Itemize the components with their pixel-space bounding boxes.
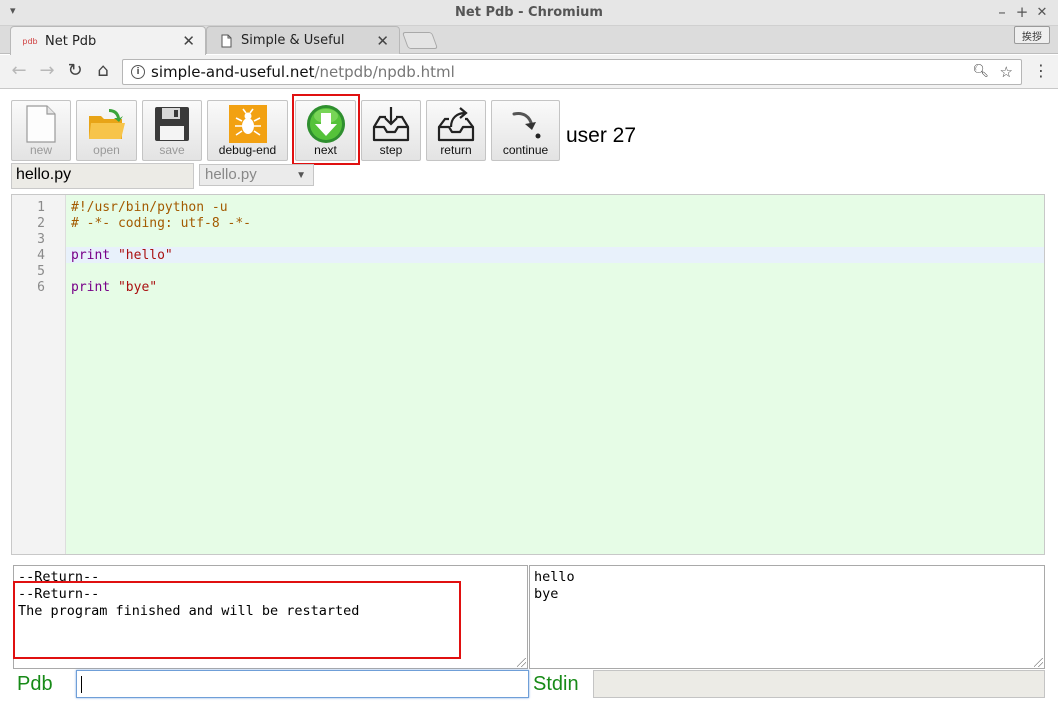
bookmark-star-icon[interactable]: ☆ [1000, 63, 1013, 81]
inbox-in-icon [371, 105, 411, 143]
code-editor[interactable]: 123456 #!/usr/bin/python -u # -*- coding:… [11, 194, 1045, 555]
file-select[interactable]: hello.py ▼ [199, 164, 314, 186]
bug-icon [228, 105, 268, 143]
next-button[interactable]: next [295, 100, 356, 161]
resize-grip-icon[interactable] [1034, 658, 1043, 667]
folder-open-icon [87, 105, 127, 143]
forward-icon[interactable]: → [36, 60, 58, 82]
user-label: user 27 [566, 124, 637, 147]
url-host: simple-and-useful.net [151, 63, 315, 81]
window-title: Net Pdb - Chromium [455, 5, 603, 20]
code-line: print "bye" [71, 280, 157, 295]
tab-label: Simple & Useful [241, 33, 345, 48]
code-token: print [71, 280, 111, 295]
page-favicon-icon [219, 34, 233, 48]
open-button[interactable]: open [76, 100, 137, 161]
browser-menu-icon[interactable]: ⋮ [1030, 60, 1052, 82]
zoom-icon[interactable]: 🔍︎ [972, 64, 989, 79]
pdb-command-input[interactable] [76, 670, 529, 698]
tab-close-icon[interactable]: ✕ [376, 32, 389, 50]
new-tab-button[interactable] [401, 32, 439, 49]
reload-icon[interactable]: ↻ [64, 60, 86, 82]
code-token: print [71, 248, 111, 263]
tab-net-pdb[interactable]: pdb Net Pdb ✕ [10, 26, 206, 55]
stdin-input[interactable] [593, 670, 1045, 698]
url-path: /netpdb/npdb.html [314, 63, 455, 81]
tab-label: Net Pdb [45, 33, 97, 49]
home-icon[interactable]: ⌂ [92, 60, 114, 82]
code-line: #!/usr/bin/python -u [71, 200, 228, 215]
inbox-out-icon [436, 105, 476, 143]
ime-button[interactable]: 挨拶 [1014, 26, 1050, 44]
browser-toolbar: ← → ↻ ⌂ i simple-and-useful.net/netpdb/n… [0, 55, 1058, 89]
curved-arrow-icon [506, 105, 546, 143]
line-number: 4 [37, 248, 45, 263]
window-titlebar: ▾ Net Pdb - Chromium – + ✕ [0, 0, 1058, 26]
text-caret [81, 676, 82, 693]
new-button[interactable]: new [11, 100, 71, 161]
back-icon[interactable]: ← [8, 60, 30, 82]
info-icon[interactable]: i [131, 65, 145, 79]
filename-input[interactable]: hello.py [11, 163, 194, 189]
code-line: print "hello" [71, 248, 173, 263]
pdb-output-textarea[interactable]: --Return-- --Return-- The program finish… [13, 565, 528, 669]
pdb-label: Pdb [17, 673, 53, 695]
close-window-button[interactable]: ✕ [1034, 5, 1050, 20]
active-line-highlight [66, 247, 1044, 263]
line-number: 3 [37, 232, 45, 247]
line-number: 6 [37, 280, 45, 295]
maximize-button[interactable]: + [1014, 3, 1030, 21]
save-button[interactable]: save [142, 100, 202, 161]
minimize-button[interactable]: – [994, 3, 1010, 21]
debug-end-button[interactable]: debug-end [207, 100, 288, 161]
tab-simple-useful[interactable]: Simple & Useful ✕ [206, 26, 400, 54]
chevron-down-icon: ▼ [296, 170, 306, 181]
line-number: 5 [37, 264, 45, 279]
floppy-disk-icon [152, 105, 192, 143]
green-down-arrow-icon [306, 105, 346, 143]
blank-file-icon [21, 105, 61, 143]
step-button[interactable]: step [361, 100, 421, 161]
tab-close-icon[interactable]: ✕ [182, 32, 195, 50]
address-bar[interactable]: i simple-and-useful.net/netpdb/npdb.html… [122, 59, 1022, 85]
code-line: # -*- coding: utf-8 -*- [71, 216, 251, 231]
file-select-value: hello.py [205, 166, 257, 183]
stdin-label: Stdin [533, 673, 579, 695]
code-token: "hello" [117, 248, 173, 263]
line-number: 1 [37, 200, 45, 215]
stdout-textarea[interactable]: hello bye [529, 565, 1045, 669]
continue-button[interactable]: continue [491, 100, 560, 161]
resize-grip-icon[interactable] [517, 658, 526, 667]
code-token: "bye" [117, 280, 158, 295]
code-token: # -*- coding: utf-8 -*- [71, 216, 252, 231]
tab-strip: pdb Net Pdb ✕ Simple & Useful ✕ 挨拶 [0, 26, 1058, 55]
line-number-gutter: 123456 [12, 195, 66, 554]
line-number: 2 [37, 216, 45, 231]
return-button[interactable]: return [426, 100, 486, 161]
pdb-favicon-icon: pdb [22, 36, 38, 46]
code-token: #!/usr/bin/python -u [71, 200, 228, 215]
